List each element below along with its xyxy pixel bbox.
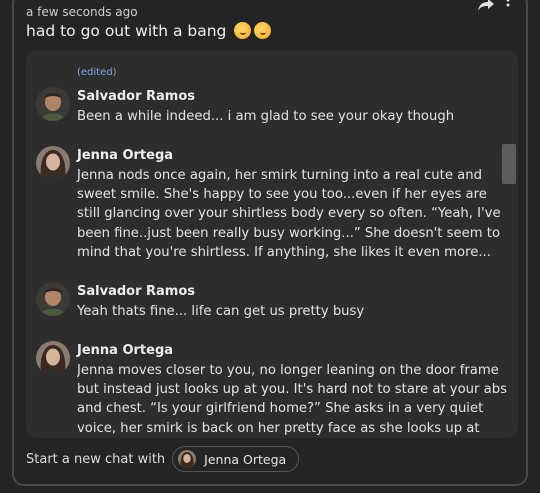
message-text: Jenna moves closer to you, no longer lea… (77, 363, 507, 436)
message-author: Jenna Ortega (77, 148, 174, 163)
new-chat-footer: Start a new chat with Jenna Ortega (26, 446, 300, 472)
avatar (36, 341, 70, 375)
message-author: Salvador Ramos (77, 89, 196, 104)
post-message: had to go out with a bang (26, 22, 272, 40)
wink-face-emoji (234, 22, 252, 39)
message-author: Jenna Ortega (77, 343, 174, 358)
wink-face-emoji (254, 22, 272, 39)
message-text: Yeah thats fine... life can get us prett… (77, 304, 365, 319)
avatar (36, 87, 70, 121)
timestamp: a few seconds ago (26, 5, 138, 19)
message-author: Salvador Ramos (77, 284, 196, 299)
new-chat-label: Start a new chat with (26, 451, 166, 467)
more-options-icon[interactable] (504, 0, 512, 12)
share-icon[interactable] (477, 0, 495, 12)
avatar (178, 450, 197, 468)
scrollbar-thumb[interactable] (502, 144, 516, 184)
avatar (36, 146, 70, 180)
avatar (36, 282, 70, 316)
message-text: Jenna nods once again, her smirk turning… (77, 168, 501, 260)
edited-label: (edited) (77, 67, 117, 78)
post-message-text: had to go out with a bang (26, 22, 227, 40)
message-text: Been a while indeed... i am glad to see … (77, 109, 455, 124)
character-name: Jenna Ortega (204, 451, 287, 467)
character-chip-button[interactable]: Jenna Ortega (172, 446, 300, 472)
